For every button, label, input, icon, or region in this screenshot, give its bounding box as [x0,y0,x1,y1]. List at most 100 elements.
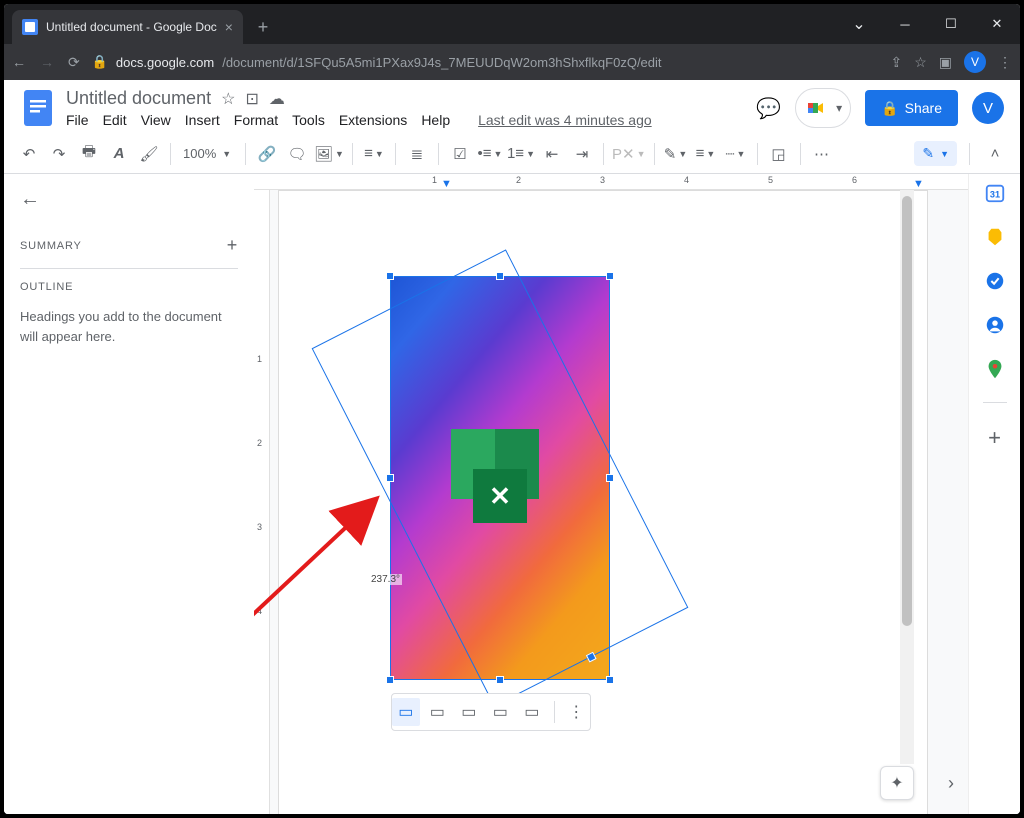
collapse-toolbar-icon[interactable]: ˄ [982,141,1008,167]
ruler-tick: 3 [257,522,262,532]
outline-pane: ← SUMMARY + OUTLINE Headings you add to … [4,174,254,814]
line-spacing-icon[interactable]: ≣ [404,141,430,167]
insert-image-icon[interactable]: 🖼▼ [314,141,344,167]
menu-edit[interactable]: Edit [103,112,127,128]
window-minimize-icon[interactable]: ─ [882,4,928,44]
tab-close-icon[interactable]: × [225,19,233,35]
menu-view[interactable]: View [141,112,171,128]
meet-icon[interactable] [800,92,832,124]
document-page[interactable]: ✕ 237.3° ▭ ▭ ▭ ▭ ▭ ⋮ [278,190,928,814]
docs-logo-icon[interactable] [20,88,56,128]
last-edit-link[interactable]: Last edit was 4 minutes ago [478,112,652,128]
wrap-break-icon[interactable]: ▭ [455,698,483,726]
browser-tabstrip: Untitled document - Google Doc × + ⌄ ─ ☐… [4,4,1020,44]
print-icon[interactable]: 🖶 [76,141,102,167]
window-close-icon[interactable]: ✕ [974,4,1020,44]
star-icon[interactable]: ☆ [221,89,235,109]
vertical-ruler[interactable]: 1 2 3 4 [254,190,270,814]
right-indent-marker-icon[interactable]: ▼ [913,178,924,190]
ruler-tick: 4 [684,175,689,185]
align-icon[interactable]: ≡▼ [361,141,387,167]
tab-search-icon[interactable]: ⌄ [836,4,882,44]
move-icon[interactable]: ⊡ [245,89,258,109]
browser-menu-icon[interactable]: ⋮ [998,54,1012,71]
browser-tab[interactable]: Untitled document - Google Doc × [12,10,243,44]
more-tools-icon[interactable]: ⋯ [809,141,835,167]
menu-tools[interactable]: Tools [292,112,325,128]
bookmark-star-icon[interactable]: ☆ [914,54,927,71]
image-options-toolbar: ▭ ▭ ▭ ▭ ▭ ⋮ [391,693,591,731]
bulleted-list-icon[interactable]: •≡▼ [477,141,503,167]
side-panel-rail: 31 + [968,174,1020,814]
x-mark-icon: ✕ [473,469,527,523]
wrap-text-icon[interactable]: ▭ [424,698,452,726]
menu-help[interactable]: Help [421,112,450,128]
comments-icon[interactable]: 💬 [756,96,781,121]
share-page-icon[interactable]: ⇪ [890,54,902,71]
tasks-icon[interactable] [984,270,1006,292]
border-weight-icon[interactable]: ≡▼ [693,141,719,167]
ruler-tick: 5 [768,175,773,185]
cloud-status-icon[interactable]: ☁ [269,89,285,109]
resize-handle-bl[interactable] [386,676,394,684]
zoom-select[interactable]: 100%▼ [179,141,237,167]
menu-insert[interactable]: Insert [185,112,220,128]
wrap-inline-icon[interactable]: ▭ [392,698,420,726]
resize-handle-mr[interactable] [606,474,614,482]
scrollbar-thumb[interactable] [902,196,912,626]
menu-extensions[interactable]: Extensions [339,112,407,128]
wrap-front-icon[interactable]: ▭ [518,698,546,726]
resize-handle-tr[interactable] [606,272,614,280]
image-options-more-icon[interactable]: ⋮ [562,698,590,726]
indent-marker-icon[interactable]: ▼ [441,178,452,190]
nav-reload-icon[interactable]: ⟳ [68,54,80,71]
account-avatar[interactable]: V [972,92,1004,124]
resize-handle-bm[interactable] [496,676,504,684]
contacts-icon[interactable] [984,314,1006,336]
wrap-behind-icon[interactable]: ▭ [487,698,515,726]
explore-button[interactable]: ✦ [880,766,914,800]
maps-icon[interactable] [984,358,1006,380]
ruler-tick: 4 [257,606,262,616]
increase-indent-icon[interactable]: ⇥ [569,141,595,167]
spellcheck-icon[interactable]: A [106,141,132,167]
vertical-scrollbar[interactable] [900,190,914,764]
border-color-icon[interactable]: ✎▼ [663,141,689,167]
resize-handle-ml[interactable] [386,474,394,482]
add-addon-icon[interactable]: + [988,425,1001,451]
document-title[interactable]: Untitled document [66,88,211,109]
url-field[interactable]: 🔒 docs.google.com/document/d/1SFQu5A5mi1… [92,54,879,70]
add-comment-icon[interactable]: 🗨 [284,141,310,167]
calendar-icon[interactable]: 31 [984,182,1006,204]
resize-handle-br[interactable] [606,676,614,684]
side-panel-icon[interactable]: ▣ [939,54,952,71]
menu-bar: File Edit View Insert Format Tools Exten… [66,112,746,128]
add-summary-icon[interactable]: + [227,235,238,256]
redo-icon[interactable]: ↷ [46,141,72,167]
insert-link-icon[interactable]: 🔗 [254,141,280,167]
menu-file[interactable]: File [66,112,89,128]
paint-format-icon[interactable]: 🖌 [136,141,162,167]
nav-back-icon[interactable]: ← [12,54,26,70]
new-tab-button[interactable]: + [249,13,277,41]
side-panel-toggle-icon[interactable]: › [948,773,954,794]
clear-format-icon[interactable]: P✕▼ [612,141,646,167]
crop-icon[interactable]: ◲ [766,141,792,167]
keep-icon[interactable] [984,226,1006,248]
undo-icon[interactable]: ↶ [16,141,42,167]
resize-handle-tm[interactable] [496,272,504,280]
window-maximize-icon[interactable]: ☐ [928,4,974,44]
share-button[interactable]: 🔒 Share [865,90,958,126]
border-dash-icon[interactable]: ┈▼ [723,141,749,167]
meet-caret-icon[interactable]: ▾ [836,101,842,115]
checklist-icon[interactable]: ☑ [447,141,473,167]
ruler-tick: 6 [852,175,857,185]
resize-handle-tl[interactable] [386,272,394,280]
decrease-indent-icon[interactable]: ⇤ [539,141,565,167]
menu-format[interactable]: Format [234,112,278,128]
horizontal-ruler[interactable]: 1 2 3 4 5 6 ▼ ▼ [254,174,968,190]
editing-mode-button[interactable]: ✎▼ [914,141,957,166]
outline-close-icon[interactable]: ← [20,188,238,211]
browser-profile-avatar[interactable]: V [964,51,986,73]
numbered-list-icon[interactable]: 1≡▼ [507,141,535,167]
